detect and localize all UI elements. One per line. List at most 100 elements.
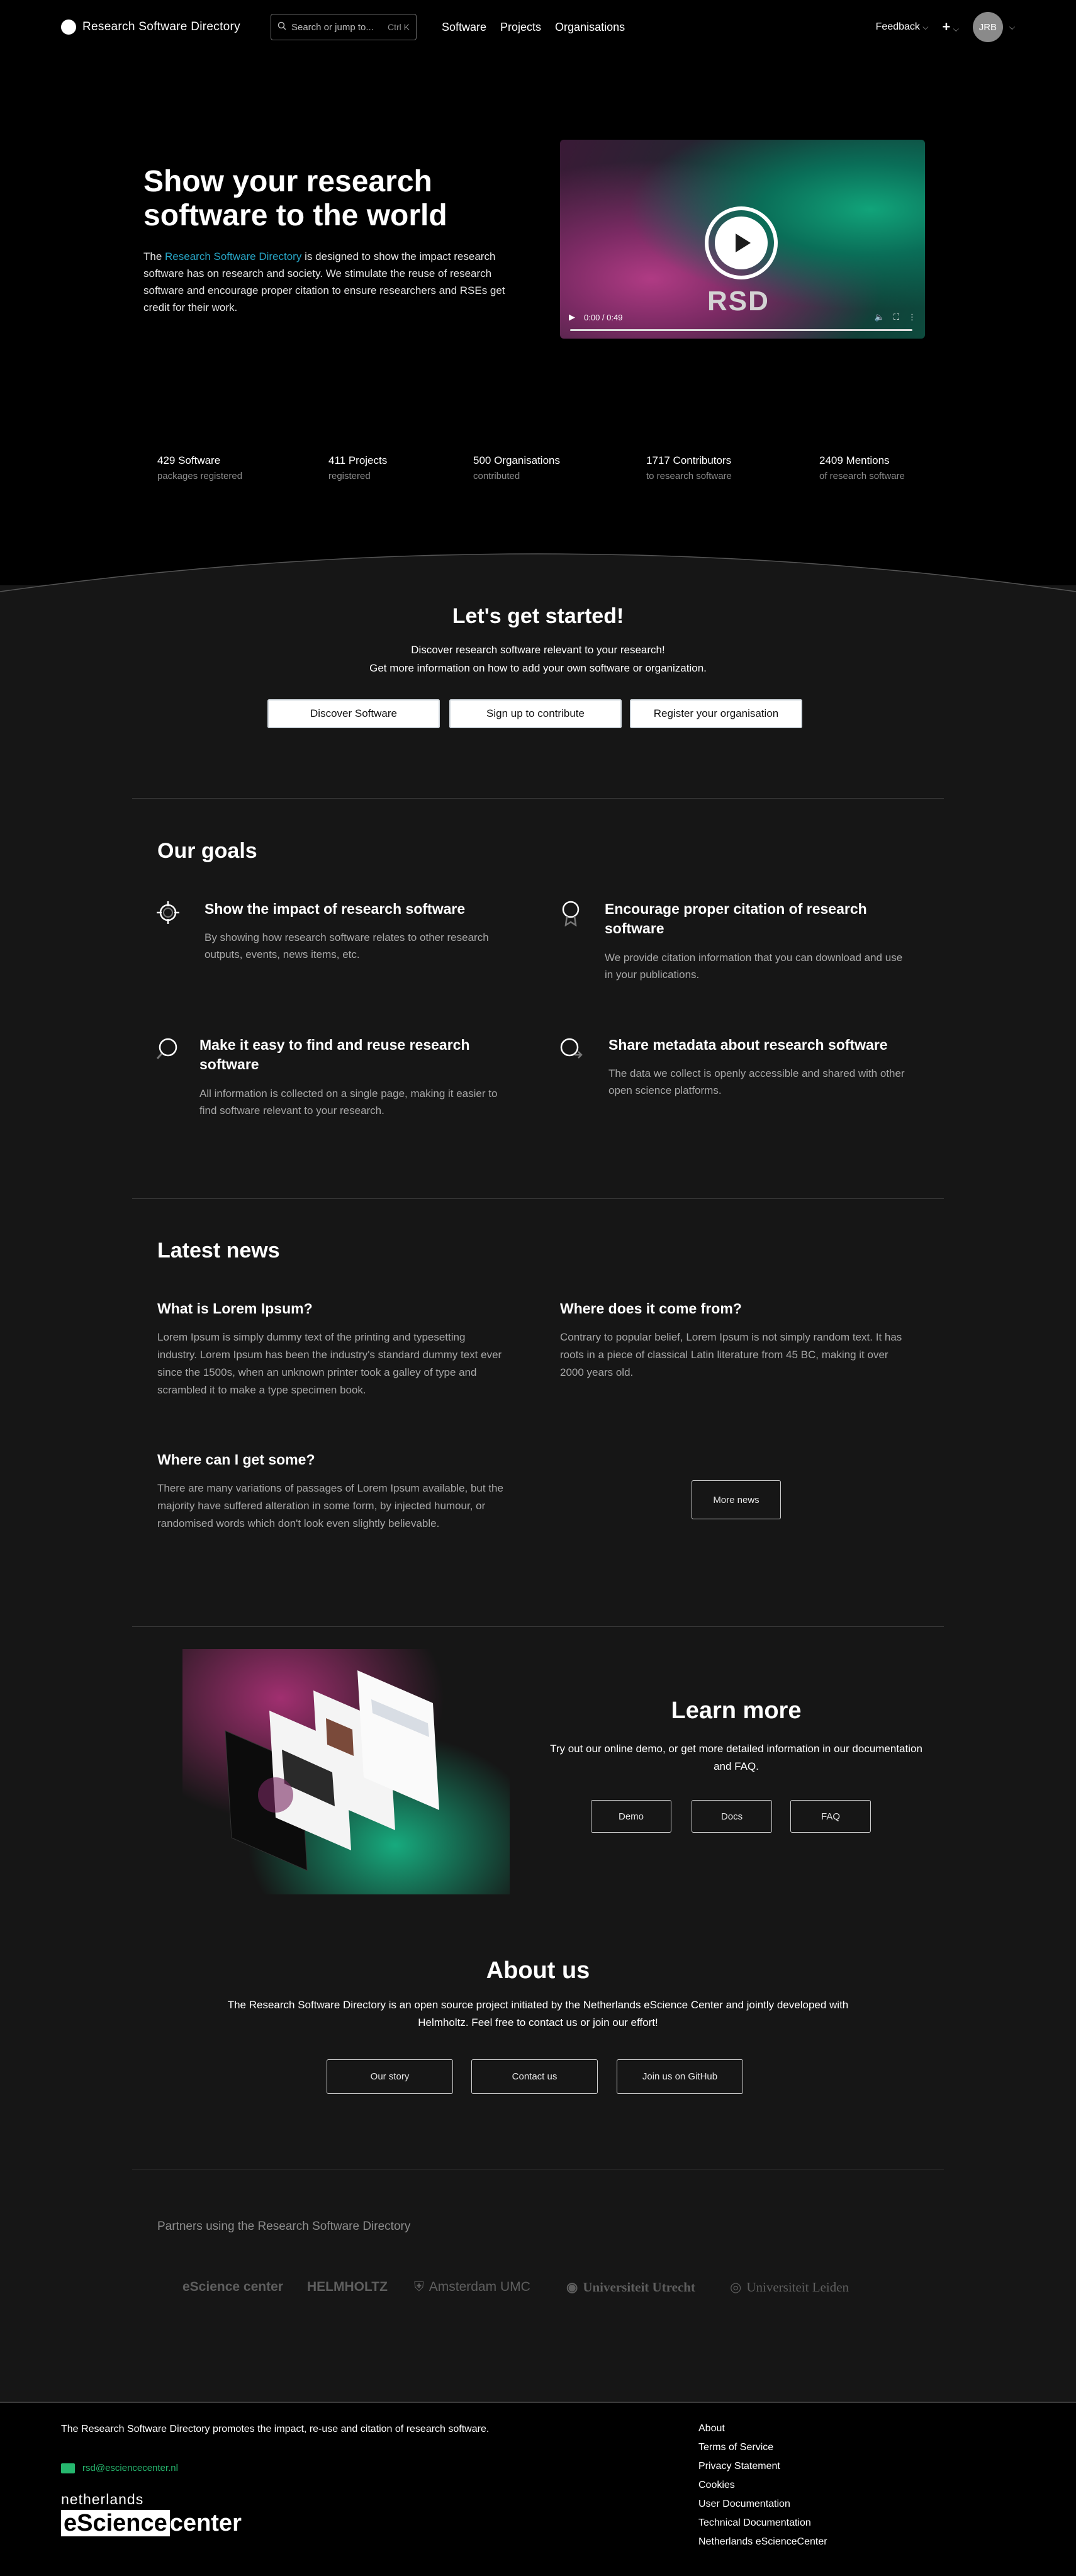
news-item-title[interactable]: Where does it come from? [560, 1300, 742, 1317]
goal-text: The data we collect is openly accessible… [608, 1067, 905, 1096]
news-item-title[interactable]: Where can I get some? [157, 1451, 315, 1468]
partner-logo-leiden[interactable]: ◎ Universiteit Leiden [730, 2280, 849, 2295]
stat-value: 429 Software [157, 454, 221, 466]
goal-title: Make it easy to find and reuse research … [199, 1037, 470, 1072]
video-controls: ▶ 0:00 / 0:49 🔈 ⛶ ⋮ [569, 305, 916, 330]
more-news-button[interactable]: More news [692, 1480, 781, 1519]
partner-logo-escience[interactable]: eScience center [182, 2280, 283, 2295]
more-options-icon[interactable]: ⋮ [908, 312, 916, 322]
video-progress-bar[interactable] [570, 329, 912, 331]
partner-name: Universiteit Utrecht [583, 2280, 695, 2295]
partner-name: HELMHOLTZ [307, 2280, 388, 2294]
main-nav: Software Projects Organisations [442, 21, 625, 34]
share-icon [560, 1038, 583, 1059]
nav-organisations[interactable]: Organisations [555, 21, 625, 34]
news-item-text: Lorem Ipsum is simply dummy text of the … [157, 1331, 502, 1396]
footer-links: About Terms of Service Privacy Statement… [698, 2423, 827, 2548]
partner-name: eScience center [182, 2280, 283, 2294]
partner-name: Amsterdam UMC [429, 2280, 530, 2294]
demo-button[interactable]: Demo [591, 1800, 671, 1833]
hero-rsd-link[interactable]: Research Software Directory [165, 250, 301, 262]
brand-name: Research Software Directory [82, 20, 240, 33]
faq-button[interactable]: FAQ [790, 1800, 871, 1833]
stat-desc: packages registered [157, 471, 243, 481]
footer-escience-logo[interactable]: eScience center [61, 2510, 242, 2536]
video-play-icon[interactable]: ▶ [569, 312, 575, 322]
nav-projects[interactable]: Projects [500, 21, 541, 34]
get-started-line2: Get more information on how to add your … [369, 662, 707, 674]
user-menu[interactable]: JRB ⌵ [972, 12, 1015, 42]
shield-icon: ⛨ [414, 2280, 424, 2294]
footer-text: The Research Software Directory promotes… [61, 2424, 490, 2434]
goal-text: We provide citation information that you… [605, 952, 903, 981]
docs-button[interactable]: Docs [692, 1800, 772, 1833]
brand-logo[interactable]: Research Software Directory [61, 20, 240, 35]
video-time: 0:00 / 0:49 [584, 312, 623, 322]
add-menu-button[interactable]: + ⌵ [942, 19, 958, 35]
intro-video[interactable]: RSD ▶ 0:00 / 0:49 🔈 ⛶ ⋮ [560, 140, 925, 339]
footer-link-about[interactable]: About [698, 2423, 827, 2434]
join-github-button[interactable]: Join us on GitHub [617, 2059, 743, 2094]
footer-link-terms[interactable]: Terms of Service [698, 2442, 827, 2453]
play-button[interactable] [705, 206, 778, 279]
goal-title: Show the impact of research software [205, 901, 466, 917]
goal-title: Encourage proper citation of research so… [605, 901, 867, 936]
news-item-text: There are many variations of passages of… [157, 1482, 503, 1529]
stat-mentions: 2409 Mentions of research software [819, 454, 905, 481]
search-icon [277, 21, 286, 33]
stat-software: 429 Software packages registered [157, 454, 242, 481]
avatar: JRB [972, 12, 1003, 42]
footer-link-tech-docs[interactable]: Technical Documentation [698, 2517, 827, 2529]
partner-logo-utrecht[interactable]: ◉ Universiteit Utrecht [566, 2280, 695, 2295]
chevron-down-icon: ⌵ [1009, 22, 1015, 31]
our-story-button[interactable]: Our story [327, 2059, 453, 2094]
stat-value: 411 Projects [328, 454, 388, 466]
contact-us-button[interactable]: Contact us [471, 2059, 598, 2094]
partner-logo-amsterdam-umc[interactable]: ⛨ Amsterdam UMC [414, 2280, 530, 2295]
stat-contributors: 1717 Contributors to research software [646, 454, 732, 481]
stat-desc: registered [328, 471, 371, 481]
search-input[interactable]: Search or jump to... Ctrl K [270, 14, 417, 40]
discover-software-button[interactable]: Discover Software [267, 699, 440, 728]
footer-link-escience[interactable]: Netherlands eScienceCenter [698, 2536, 827, 2548]
stat-value: 500 Organisations [473, 454, 560, 466]
award-icon [562, 901, 580, 926]
seal-icon: ◎ [730, 2280, 742, 2295]
search-shortcut: Ctrl K [387, 22, 410, 32]
search-icon [156, 1038, 177, 1059]
footer-link-user-docs[interactable]: User Documentation [698, 2499, 827, 2510]
feedback-button[interactable]: Feedback ⌵ [876, 21, 929, 33]
play-icon [736, 233, 751, 252]
footer-link-privacy[interactable]: Privacy Statement [698, 2461, 827, 2472]
seal-icon: ◉ [566, 2280, 578, 2295]
hero-title: Show your research software to the world [143, 165, 447, 232]
news-item-title[interactable]: What is Lorem Ipsum? [157, 1300, 313, 1317]
get-started-title: Let's get started! [452, 604, 624, 628]
divider [132, 1626, 944, 1627]
footer-link-cookies[interactable]: Cookies [698, 2480, 827, 2491]
sign-up-button[interactable]: Sign up to contribute [449, 699, 622, 728]
about-text: The Research Software Directory is an op… [227, 1999, 849, 2028]
logo-box-text: eScience [61, 2510, 170, 2536]
stat-desc: of research software [819, 471, 905, 481]
plus-icon: + [942, 19, 951, 35]
search-placeholder: Search or jump to... [291, 21, 374, 33]
footer-email: rsd@esciencecenter.nl [82, 2463, 178, 2473]
footer-email-link[interactable]: rsd@esciencecenter.nl [61, 2463, 178, 2473]
goal-text: All information is collected on a single… [199, 1088, 498, 1116]
register-organisation-button[interactable]: Register your organisation [630, 699, 802, 728]
logo-icon [61, 20, 76, 35]
section-curve [0, 553, 1076, 617]
fullscreen-icon[interactable]: ⛶ [894, 312, 899, 322]
nav-software[interactable]: Software [442, 21, 486, 34]
news-title: Latest news [157, 1239, 280, 1263]
volume-icon[interactable]: 🔈 [875, 312, 885, 322]
stat-organisations: 500 Organisations contributed [473, 454, 560, 481]
chevron-down-icon: ⌵ [953, 25, 959, 33]
partners-title: Partners using the Research Software Dir… [157, 2220, 411, 2233]
chevron-down-icon: ⌵ [922, 23, 929, 31]
logo-tail-text: center [169, 2510, 242, 2536]
partner-logo-helmholtz[interactable]: HELMHOLTZ [307, 2280, 388, 2295]
divider [132, 798, 944, 799]
product-screenshots-illustration [182, 1649, 510, 1894]
